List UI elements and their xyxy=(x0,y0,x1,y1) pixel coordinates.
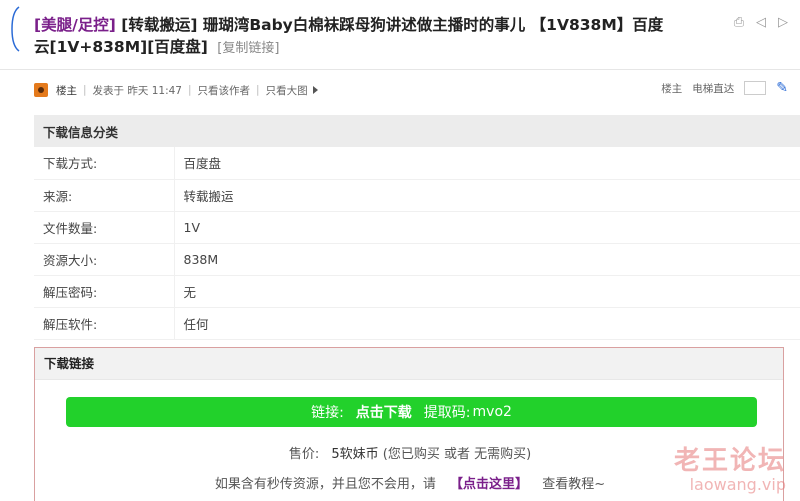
code-label: 提取码: xyxy=(423,405,471,421)
divider: | xyxy=(187,84,192,96)
row-label: 下载方式: xyxy=(34,147,175,179)
price-value: 5软妹币 xyxy=(331,447,379,462)
bracket-icon xyxy=(11,6,20,52)
row-label: 文件数量: xyxy=(34,211,175,243)
row-value: 转载搬运 xyxy=(183,188,234,204)
post-time: 发表于 昨天 11:47 xyxy=(92,84,182,97)
prev-icon[interactable]: ◁ xyxy=(754,16,768,30)
table-row: 解压密码: 无 xyxy=(34,275,800,307)
table-row: 下载方式: 百度盘 xyxy=(34,147,800,179)
thread-header: [美腿/足控] [转载搬运] 珊瑚湾Baby白棉袜踩母狗讲述做主播时的事儿 【1… xyxy=(0,0,800,70)
download-link-bar[interactable]: 链接: 点击下载 提取码: mvo2 xyxy=(66,397,757,427)
hint-suffix: 查看教程~ xyxy=(542,477,606,492)
table-heading: 下载信息分类 xyxy=(43,124,119,140)
avatar[interactable] xyxy=(34,83,48,97)
print-icon[interactable]: ⎙ xyxy=(732,16,746,30)
row-value: 无 xyxy=(183,284,197,300)
price-label: 售价: xyxy=(288,447,320,462)
table-row: 来源: 转载搬运 xyxy=(34,179,800,211)
click-download-button[interactable]: 点击下载 xyxy=(356,402,412,422)
floor-input[interactable] xyxy=(744,81,767,95)
copy-link-button[interactable]: [复制链接] xyxy=(217,41,279,56)
watermark: 老王论坛 laowang.vip xyxy=(674,440,786,494)
watermark-cn: 老王论坛 xyxy=(673,446,786,476)
tutorial-link[interactable]: 【点击这里】 xyxy=(450,477,528,492)
author-bar: 楼主 | 发表于 昨天 11:47 | 只看该作者 | 只看大图 楼主 电梯直达… xyxy=(34,80,800,100)
next-icon[interactable]: ▷ xyxy=(776,16,790,30)
only-author-link[interactable]: 只看该作者 xyxy=(198,83,251,98)
row-value: 百度盘 xyxy=(183,156,222,172)
row-value: 1V xyxy=(183,219,201,235)
pen-icon[interactable]: ✎ xyxy=(776,80,788,96)
floor-role: 楼主 xyxy=(661,82,683,95)
thread-title: [美腿/足控] [转载搬运] 珊瑚湾Baby白棉袜踩母狗讲述做主播时的事儿 【1… xyxy=(34,14,674,60)
hint-prefix: 如果含有秒传资源，并且您不会用，请 xyxy=(214,477,436,492)
row-value: 838M xyxy=(183,251,219,267)
download-heading: 下载链接 xyxy=(35,348,783,380)
table-row: 资源大小: 838M xyxy=(34,243,800,275)
category-link[interactable]: [美腿/足控] xyxy=(34,16,116,34)
row-label: 来源: xyxy=(34,179,175,211)
tutorial-hint: 如果含有秒传资源，并且您不会用，请 【点击这里】 查看教程~ xyxy=(35,473,785,492)
thread-tools: ⎙ ◁ ▷ xyxy=(732,16,790,30)
extraction-code[interactable]: mvo2 xyxy=(473,404,512,420)
table-row: 文件数量: 1V xyxy=(34,211,800,243)
row-value: 任何 xyxy=(183,316,209,332)
row-label: 解压密码: xyxy=(34,275,175,307)
price-note: (您已购买 或者 无需购买) xyxy=(382,447,532,462)
watermark-en: laowang.vip xyxy=(689,475,786,494)
download-info-table: 下载信息分类 下载方式: 百度盘 来源: 转载搬运 文件数量: 1V 资源大小:… xyxy=(34,115,800,340)
divider: | xyxy=(256,84,260,96)
play-icon[interactable] xyxy=(312,86,318,94)
divider: | xyxy=(83,84,87,96)
download-box: 下载链接 链接: 点击下载 提取码: mvo2 售价: 5软妹币 (您已购买 或… xyxy=(34,347,784,501)
price-line: 售价: 5软妹币 (您已购买 或者 无需购买) xyxy=(35,443,785,462)
floor-tools: 楼主 电梯直达 ✎ xyxy=(661,80,788,96)
title-text: [转载搬运] 珊瑚湾Baby白棉袜踩母狗讲述做主播时的事儿 【1V838M】百度… xyxy=(34,16,664,56)
row-label: 解压软件: xyxy=(34,307,175,339)
author-role: 楼主 xyxy=(56,84,77,97)
row-label: 资源大小: xyxy=(34,243,175,275)
jump-floor-label: 电梯直达 xyxy=(692,82,735,95)
table-row: 解压软件: 任何 xyxy=(34,307,800,339)
table-header: 下载信息分类 xyxy=(34,115,800,147)
link-label: 链接: xyxy=(311,405,344,421)
big-image-link[interactable]: 只看大图 xyxy=(266,83,308,98)
